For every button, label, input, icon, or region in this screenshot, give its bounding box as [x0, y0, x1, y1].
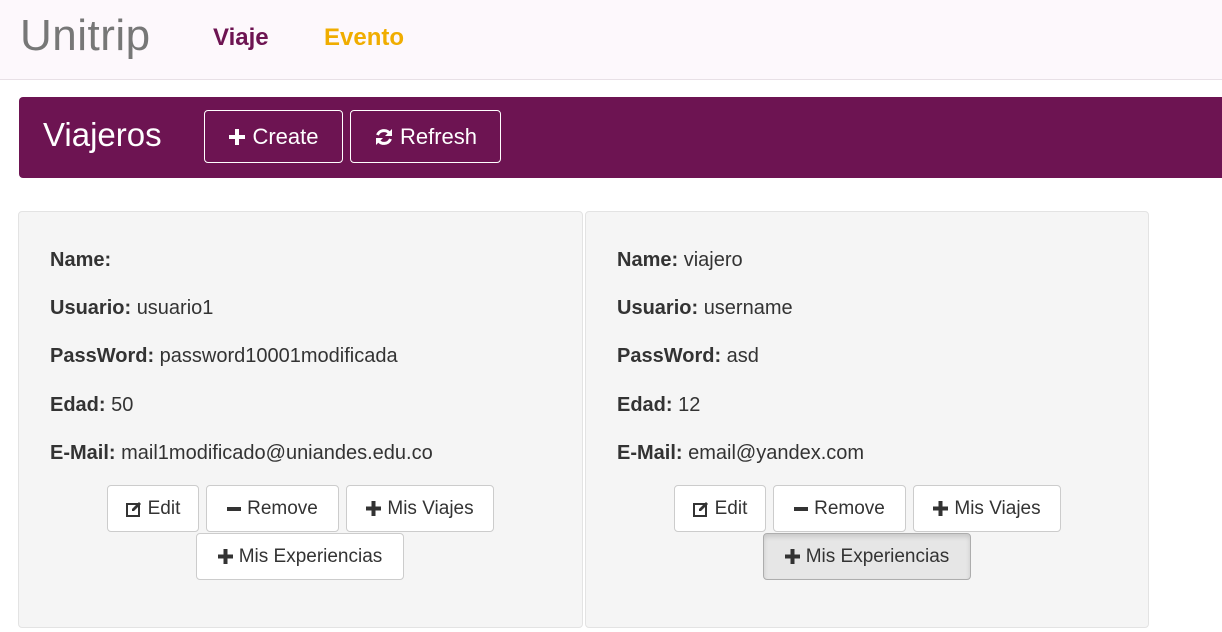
mis-viajes-button[interactable]: Mis Viajes [346, 485, 494, 532]
plus-icon [784, 549, 800, 564]
edit-icon [125, 501, 142, 517]
field-label: E-Mail: [617, 442, 683, 464]
refresh-button-label: Refresh [399, 123, 478, 149]
field-label: Edad: [617, 394, 673, 416]
field-label: Edad: [50, 394, 106, 416]
field-label: PassWord: [617, 345, 722, 367]
mis-experiencias-button[interactable]: Mis Experiencias [196, 533, 404, 580]
create-button[interactable]: Create [204, 110, 343, 163]
mis-viajes-button[interactable]: Mis Viajes [913, 485, 1061, 532]
field-name: Name: viajero [617, 250, 743, 270]
plus-icon [366, 501, 382, 516]
field-label: Usuario: [50, 297, 132, 319]
field-value: username [703, 297, 793, 319]
nav-link-viaje[interactable]: Viaje [213, 26, 269, 50]
viajero-card: Name: Usuario: usuario1 PassWord: passwo… [18, 211, 583, 628]
field-name: Name: [50, 250, 111, 270]
plus-icon [217, 549, 233, 564]
mis-experiencias-button-label: Mis Experiencias [805, 545, 950, 567]
field-email: E-Mail: mail1modificado@uniandes.edu.co [50, 443, 433, 463]
field-label: Usuario: [617, 297, 699, 319]
field-value: usuario1 [136, 297, 214, 319]
field-value: mail1modificado@uniandes.edu.co [121, 442, 433, 464]
viajero-card: Name: viajero Usuario: username PassWord… [585, 211, 1149, 628]
field-label: Name: [617, 249, 679, 271]
edit-button-label: Edit [714, 497, 748, 519]
field-value: 50 [111, 394, 134, 416]
edit-icon [692, 501, 709, 517]
remove-button-label: Remove [247, 497, 318, 519]
field-value: email@yandex.com [688, 442, 865, 464]
remove-button[interactable]: Remove [773, 485, 906, 532]
plus-icon [933, 501, 949, 516]
field-value: 12 [678, 394, 701, 416]
field-value: viajero [683, 249, 743, 271]
remove-button[interactable]: Remove [206, 485, 339, 532]
field-password: PassWord: password10001modificada [50, 346, 398, 366]
mis-experiencias-button[interactable]: Mis Experiencias [763, 533, 971, 580]
create-button-label: Create [252, 123, 319, 149]
field-edad: Edad: 12 [617, 395, 700, 415]
field-password: PassWord: asd [617, 346, 759, 366]
minus-icon [794, 502, 809, 516]
field-email: E-Mail: email@yandex.com [617, 443, 864, 463]
mis-experiencias-button-label: Mis Experiencias [238, 545, 383, 567]
field-value: password10001modificada [159, 345, 398, 367]
field-value: asd [726, 345, 759, 367]
navbar: Unitrip Viaje Evento [0, 0, 1222, 80]
nav-link-evento[interactable]: Evento [324, 26, 404, 50]
minus-icon [227, 502, 242, 516]
refresh-icon [374, 127, 394, 147]
field-usuario: Usuario: usuario1 [50, 298, 213, 318]
field-label: Name: [50, 249, 112, 271]
edit-button[interactable]: Edit [674, 485, 766, 532]
mis-viajes-button-label: Mis Viajes [387, 497, 474, 519]
edit-button[interactable]: Edit [107, 485, 199, 532]
field-edad: Edad: 50 [50, 395, 133, 415]
panel-heading: Viajeros Create Refresh [19, 97, 1222, 178]
brand-logo[interactable]: Unitrip [20, 14, 151, 58]
mis-viajes-button-label: Mis Viajes [954, 497, 1041, 519]
edit-button-label: Edit [147, 497, 181, 519]
plus-icon [228, 128, 246, 146]
field-label: PassWord: [50, 345, 155, 367]
refresh-button[interactable]: Refresh [350, 110, 501, 163]
page-title: Viajeros [43, 116, 162, 153]
field-usuario: Usuario: username [617, 298, 793, 318]
remove-button-label: Remove [814, 497, 885, 519]
field-label: E-Mail: [50, 442, 116, 464]
